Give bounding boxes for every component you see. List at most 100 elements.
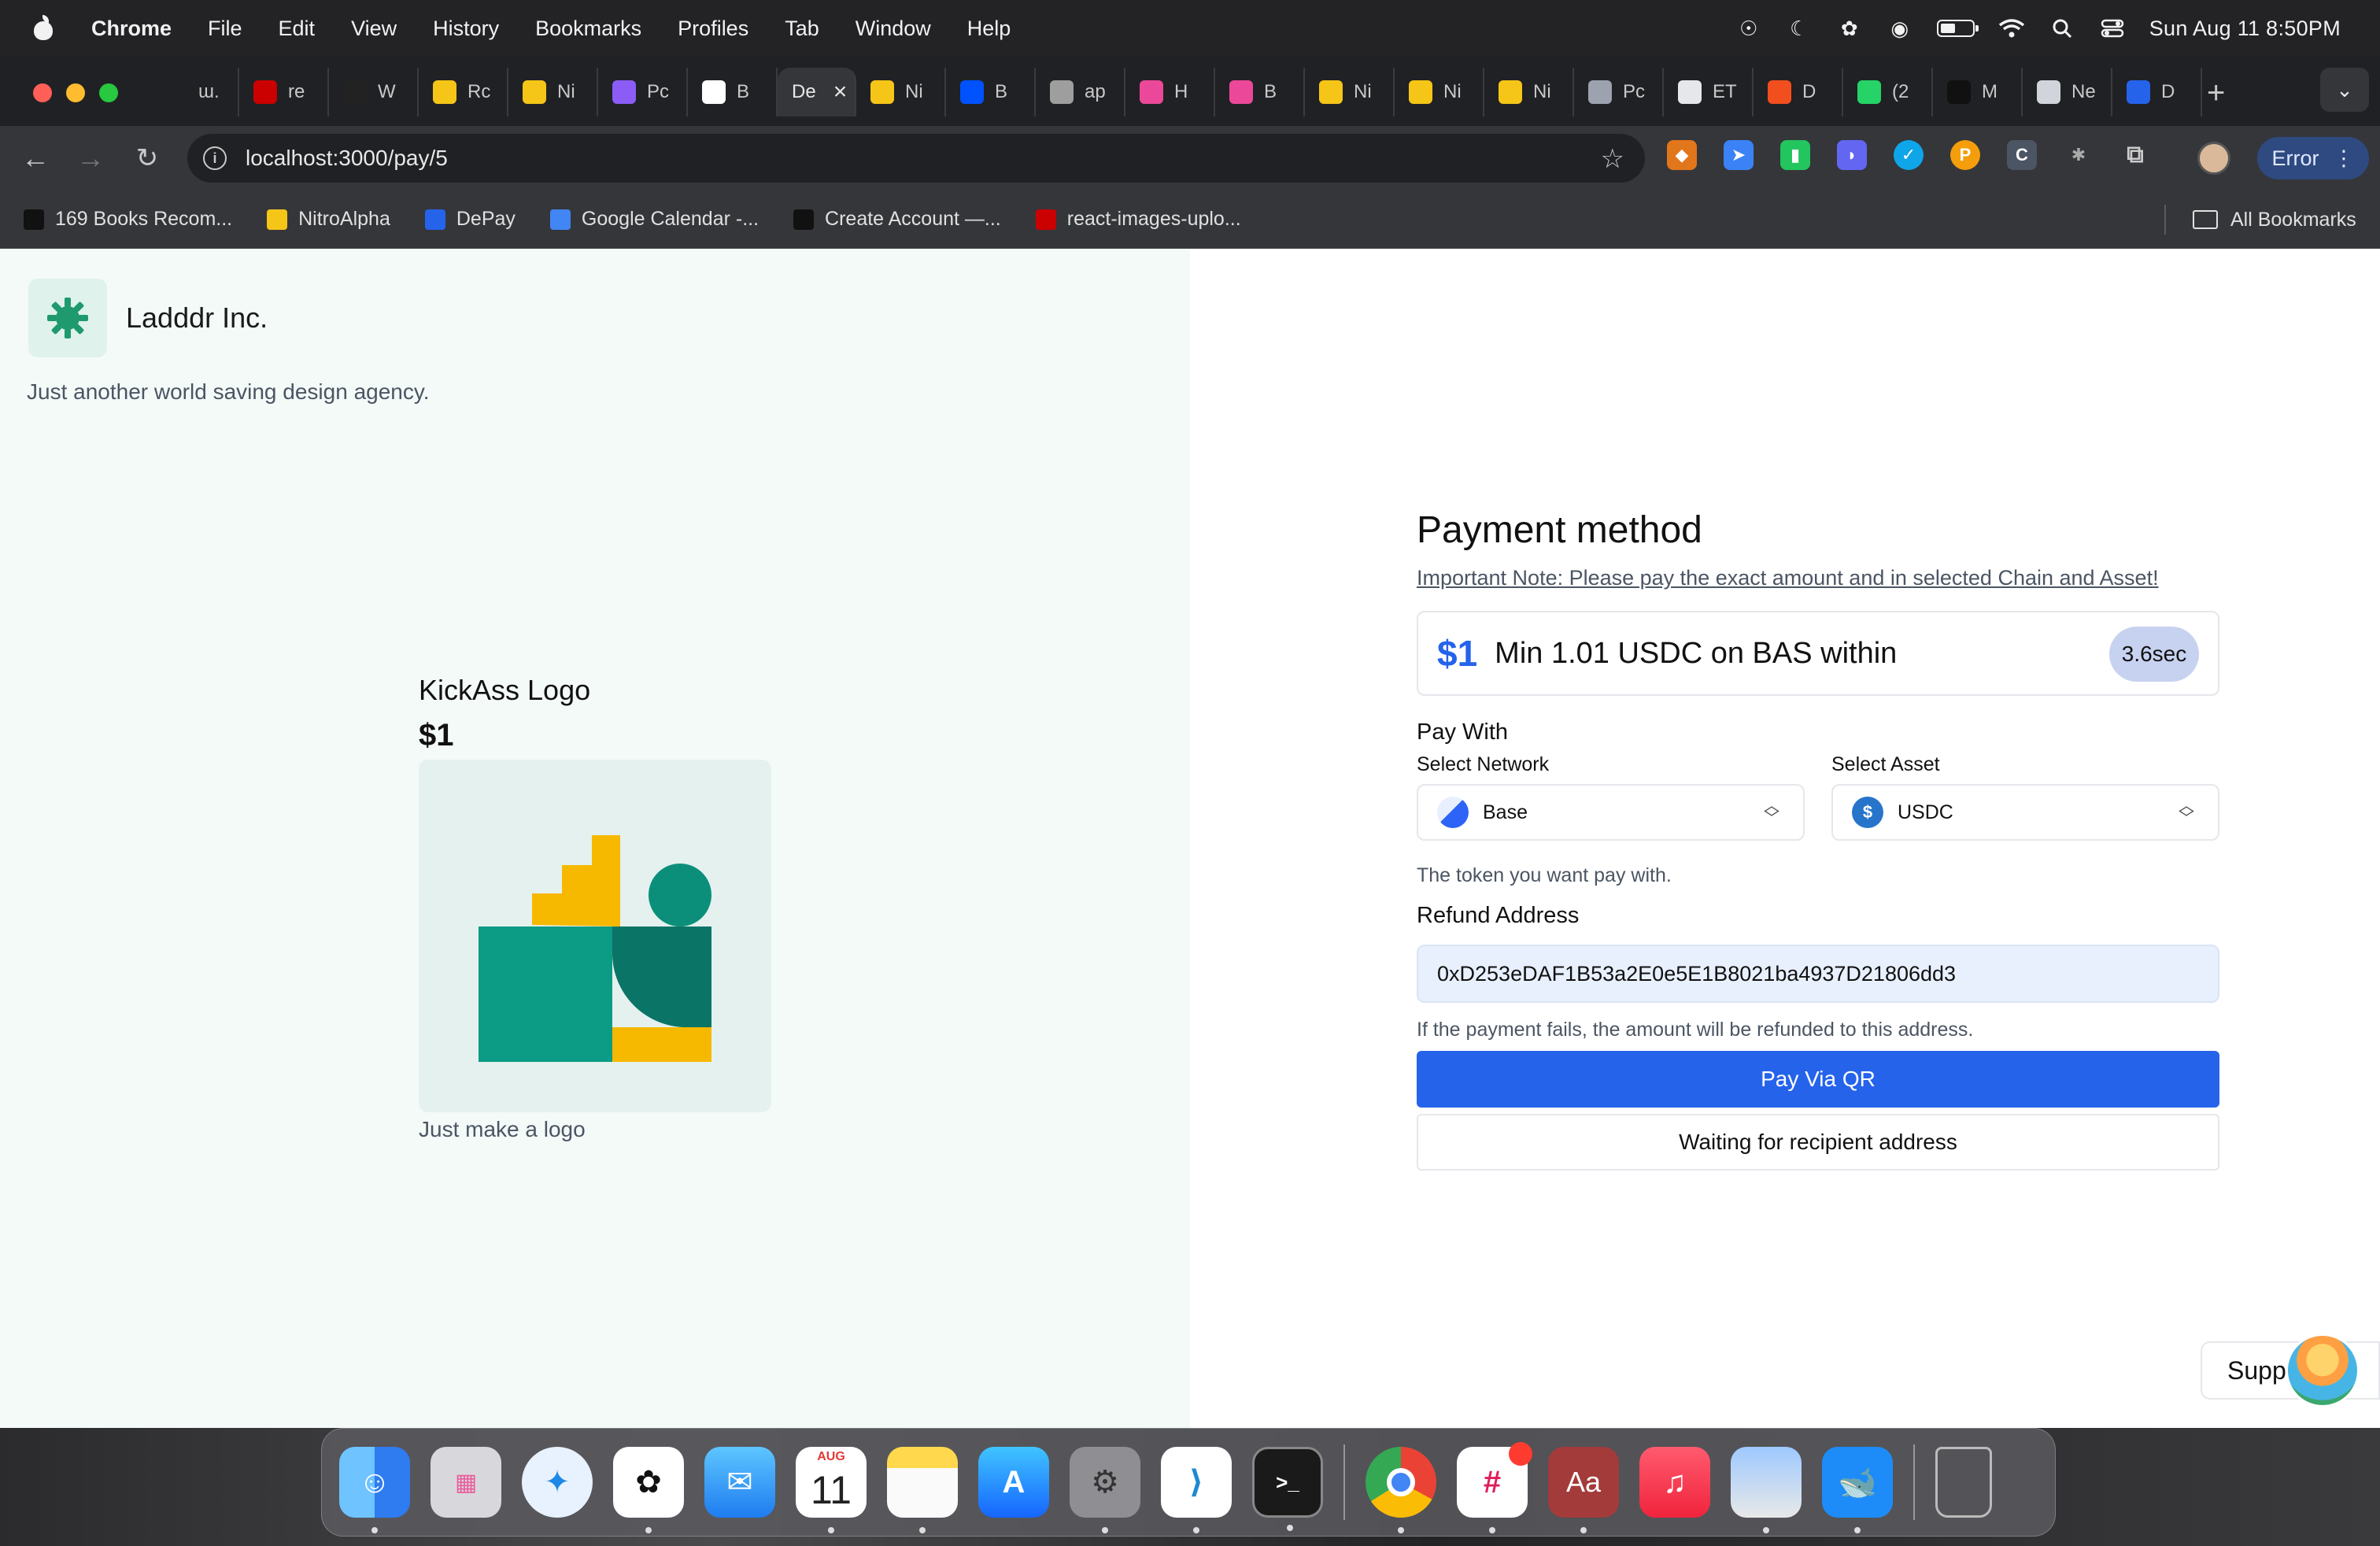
menu-tab[interactable]: Tab: [785, 17, 819, 41]
apple-menu-icon[interactable]: [31, 15, 55, 42]
browser-tab[interactable]: Pc: [598, 68, 688, 117]
menu-clock[interactable]: Sun Aug 11 8:50PM: [2149, 17, 2341, 41]
system-settings-icon[interactable]: ⚙: [1070, 1447, 1140, 1533]
battery-icon[interactable]: [1936, 20, 1979, 37]
close-window-button[interactable]: [33, 83, 52, 102]
menu-help[interactable]: Help: [967, 17, 1011, 41]
profile-error-button[interactable]: Error ⋮: [2257, 137, 2369, 179]
address-url[interactable]: localhost:3000/pay/5: [246, 146, 448, 171]
browser-tab[interactable]: H: [1125, 68, 1215, 117]
site-info-icon[interactable]: i: [203, 146, 227, 170]
chrome-icon[interactable]: [1366, 1447, 1436, 1533]
slack-icon[interactable]: #: [1457, 1442, 1532, 1533]
refund-address-input[interactable]: 0xD253eDAF1B53a2E0e5E1B8021ba4937D21806d…: [1417, 945, 2219, 1003]
wifi-icon[interactable]: [1998, 17, 2025, 40]
browser-tab[interactable]: Pc: [1574, 68, 1664, 117]
network-select[interactable]: Base ︿ ﹀: [1417, 784, 1805, 841]
terminal-icon[interactable]: >_: [1252, 1447, 1323, 1531]
browser-tab[interactable]: B: [946, 68, 1036, 117]
spotlight-search-icon[interactable]: [2049, 17, 2075, 40]
minimize-window-button[interactable]: [66, 83, 85, 102]
forward-button[interactable]: →: [71, 139, 110, 178]
menu-window[interactable]: Window: [856, 17, 931, 41]
browser-tab[interactable]: ɯ.: [150, 68, 239, 117]
browser-tab[interactable]: Ni: [1484, 68, 1574, 117]
calendar-icon[interactable]: AUG 11: [796, 1447, 867, 1533]
dictionary-icon[interactable]: Aa: [1548, 1447, 1619, 1533]
mail-icon[interactable]: ✉: [704, 1447, 775, 1518]
reload-button[interactable]: ↻: [128, 139, 167, 178]
bookmark-item[interactable]: 169 Books Recom...: [24, 208, 232, 231]
c-extension-icon[interactable]: C: [2007, 140, 2037, 170]
user-status-icon[interactable]: ◉: [1887, 17, 1913, 40]
menu-bookmarks[interactable]: Bookmarks: [535, 17, 641, 41]
bookmark-item[interactable]: DePay: [424, 208, 516, 231]
browser-tab[interactable]: De ×: [778, 68, 856, 117]
browser-tab[interactable]: Ni: [856, 68, 946, 117]
bolt-icon: [267, 209, 288, 230]
browser-tab[interactable]: M: [1933, 68, 2023, 117]
profile-avatar[interactable]: [2197, 142, 2230, 175]
browser-tab[interactable]: ap: [1036, 68, 1125, 117]
bookmark-item[interactable]: NitroAlpha: [267, 208, 390, 231]
chatgpt-icon[interactable]: ✿: [613, 1447, 684, 1533]
preview-icon[interactable]: [1731, 1447, 1802, 1533]
back-button[interactable]: ←: [16, 139, 55, 178]
tab-search-button[interactable]: ⌄: [2320, 68, 2369, 112]
control-center-icon[interactable]: [2099, 17, 2126, 40]
chatgpt-status-icon[interactable]: ✿: [1836, 17, 1863, 40]
pay-via-qr-button[interactable]: Pay Via QR: [1417, 1051, 2219, 1108]
close-tab-icon[interactable]: ×: [833, 79, 848, 105]
vscode-icon[interactable]: ⟩: [1161, 1447, 1232, 1533]
asset-select[interactable]: $ USDC ︿ ﹀: [1831, 784, 2219, 841]
browser-tab[interactable]: ET: [1664, 68, 1754, 117]
trash-icon[interactable]: [1935, 1447, 1992, 1518]
browser-tab[interactable]: Ni: [1305, 68, 1395, 117]
all-bookmarks-button[interactable]: All Bookmarks: [2193, 190, 2356, 249]
compass-extension-icon[interactable]: ✓: [1894, 140, 1924, 170]
green-extension-icon[interactable]: ▮: [1780, 140, 1810, 170]
important-note-link[interactable]: Important Note: Please pay the exact amo…: [1417, 566, 2219, 590]
address-bar[interactable]: i localhost:3000/pay/5 ☆: [187, 134, 1645, 183]
menu-file[interactable]: File: [208, 17, 242, 41]
menu-edit[interactable]: Edit: [279, 17, 316, 41]
coin-extension-icon[interactable]: P: [1950, 140, 1980, 170]
moon-icon[interactable]: ☾: [1786, 17, 1813, 40]
finder-icon[interactable]: ☺: [339, 1447, 410, 1533]
support-avatar-icon[interactable]: [2286, 1333, 2360, 1407]
ghost-extension-icon[interactable]: ◗: [1837, 140, 1867, 170]
music-icon[interactable]: ♫: [1639, 1447, 1710, 1518]
zoom-window-button[interactable]: [99, 83, 118, 102]
browser-tab[interactable]: D: [1754, 68, 1843, 117]
menu-history[interactable]: History: [433, 17, 499, 41]
browser-tab[interactable]: Ni: [1395, 68, 1484, 117]
bookmark-item[interactable]: Create Account —...: [793, 208, 1001, 231]
launchpad-icon[interactable]: ▦: [431, 1447, 501, 1518]
menu-app-name[interactable]: Chrome: [91, 17, 172, 41]
new-tab-button[interactable]: +: [2207, 77, 2225, 109]
browser-tab[interactable]: (2: [1843, 68, 1933, 117]
bug-extension-icon[interactable]: ✱: [2064, 140, 2094, 170]
docker-icon[interactable]: 🐋: [1822, 1447, 1893, 1533]
metamask-extension-icon[interactable]: ◆: [1667, 140, 1697, 170]
browser-tab[interactable]: Ni: [508, 68, 598, 117]
puzzle-extensions-icon[interactable]: ⧉: [2120, 140, 2150, 170]
safari-icon[interactable]: ✦: [522, 1447, 593, 1518]
browser-tab[interactable]: Ne: [2023, 68, 2112, 117]
bookmark-item[interactable]: react-images-uplo...: [1035, 208, 1241, 231]
cursor-extension-icon[interactable]: ➤: [1724, 140, 1754, 170]
waiting-recipient-button[interactable]: Waiting for recipient address: [1417, 1114, 2219, 1171]
bookmark-item[interactable]: Google Calendar -...: [549, 208, 759, 231]
notes-icon[interactable]: [887, 1447, 958, 1533]
browser-tab[interactable]: Rc: [419, 68, 508, 117]
menu-view[interactable]: View: [351, 17, 397, 41]
bookmark-star-icon[interactable]: ☆: [1601, 143, 1624, 175]
browser-tab[interactable]: W: [329, 68, 419, 117]
menu-profiles[interactable]: Profiles: [678, 17, 748, 41]
browser-tab[interactable]: B: [688, 68, 778, 117]
browser-tab[interactable]: re: [239, 68, 329, 117]
accessibility-icon[interactable]: ☉: [1735, 17, 1762, 40]
browser-tab[interactable]: D: [2112, 68, 2202, 117]
app-store-icon[interactable]: A: [978, 1447, 1049, 1518]
browser-tab[interactable]: B: [1215, 68, 1305, 117]
